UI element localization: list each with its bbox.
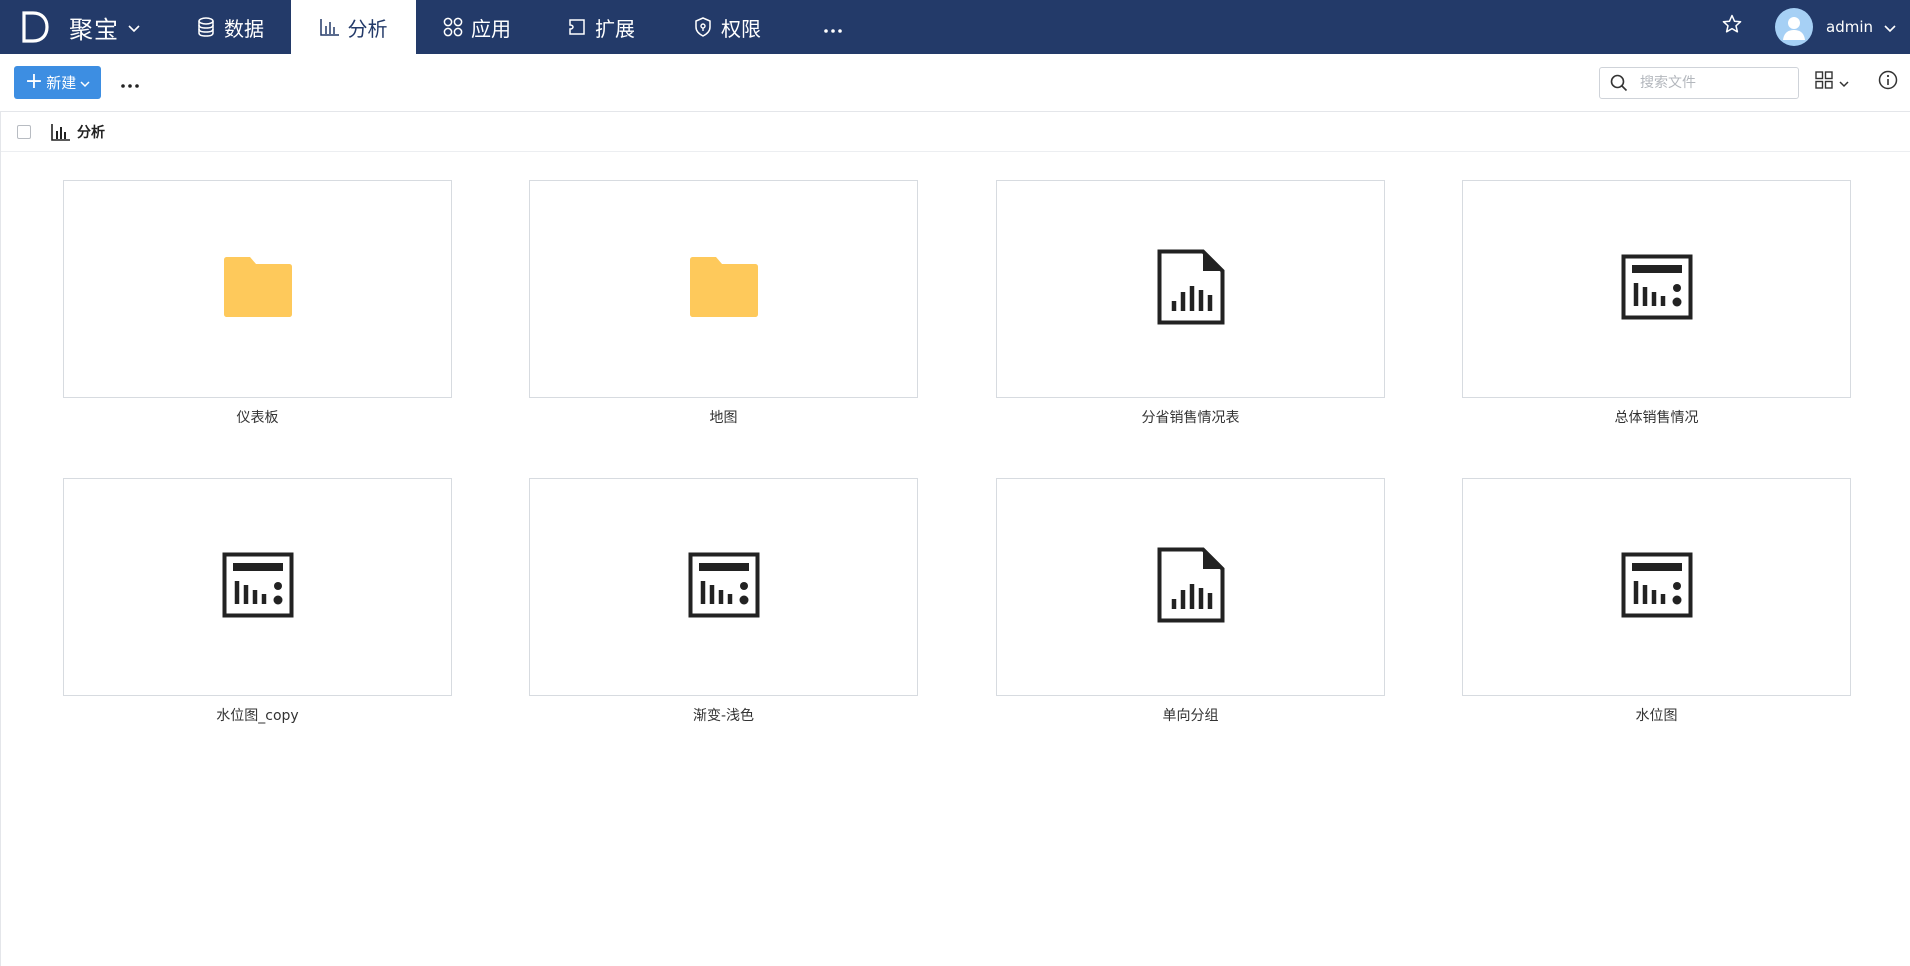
grid-item[interactable]: 地图	[529, 180, 918, 427]
report-file-icon	[1157, 547, 1225, 627]
grid-item[interactable]: 水位图_copy	[63, 478, 452, 725]
more-nav-button[interactable]	[818, 0, 848, 54]
item-thumbnail	[529, 180, 918, 398]
item-label: 仪表板	[236, 410, 279, 426]
user-icon	[1783, 17, 1805, 40]
tab-extensions[interactable]: 扩展	[567, 0, 667, 54]
item-thumbnail	[529, 478, 918, 696]
favorites-button[interactable]	[1718, 12, 1746, 40]
dashboard-icon	[1621, 552, 1693, 622]
grid-item[interactable]: 水位图	[1462, 478, 1851, 725]
toolbar-more-button[interactable]	[118, 70, 142, 94]
tab-analysis-label: 分析	[347, 16, 388, 41]
database-icon	[196, 17, 216, 37]
search-box	[1599, 67, 1799, 99]
item-label: 水位图	[1635, 708, 1678, 724]
folder-icon	[222, 256, 294, 322]
user-name: admin	[1826, 18, 1873, 36]
item-thumbnail	[996, 478, 1385, 696]
breadcrumb: 分析	[0, 112, 1910, 152]
item-thumbnail	[63, 478, 452, 696]
tab-apps[interactable]: 应用	[443, 0, 543, 54]
tab-apps-label: 应用	[471, 16, 511, 41]
new-button-label: 新建	[46, 74, 77, 92]
avatar	[1775, 8, 1813, 46]
tab-analysis[interactable]: 分析	[291, 0, 416, 54]
puzzle-icon	[567, 17, 587, 37]
tab-permissions-label: 权限	[721, 16, 761, 41]
item-label: 渐变-浅色	[692, 708, 755, 724]
tab-data-label: 数据	[224, 16, 264, 41]
search-input[interactable]	[1640, 69, 1790, 97]
tab-data[interactable]: 数据	[196, 0, 292, 54]
left-border	[0, 112, 1, 966]
grid-item[interactable]: 总体销售情况	[1462, 180, 1851, 427]
star-icon	[1722, 14, 1742, 38]
info-button[interactable]	[1876, 70, 1900, 94]
chevron-down-icon	[1839, 73, 1849, 92]
tab-permissions[interactable]: 权限	[693, 0, 793, 54]
item-thumbnail	[1462, 180, 1851, 398]
more-horizontal-icon	[121, 73, 139, 92]
dashboard-icon	[1621, 254, 1693, 324]
report-file-icon	[1157, 249, 1225, 329]
select-all-checkbox[interactable]	[17, 124, 31, 139]
item-label: 分省销售情况表	[1141, 410, 1240, 426]
dashboard-icon	[688, 552, 760, 622]
top-navigation-bar: 聚宝 数据 分析 应用 扩展 权限 admin	[0, 0, 1910, 54]
grid-item[interactable]: 分省销售情况表	[996, 180, 1385, 427]
info-icon	[1878, 70, 1898, 94]
grid-item[interactable]: 渐变-浅色	[529, 478, 918, 725]
view-mode-toggle[interactable]	[1815, 70, 1857, 94]
search-icon	[1604, 74, 1634, 92]
item-thumbnail	[1462, 478, 1851, 696]
tab-extensions-label: 扩展	[595, 16, 635, 41]
shield-icon	[693, 17, 713, 37]
chevron-down-icon	[80, 74, 90, 92]
item-label: 地图	[709, 410, 738, 426]
new-button[interactable]: + 新建	[14, 66, 101, 99]
bar-chart-icon	[319, 17, 340, 37]
plus-icon: +	[24, 68, 44, 94]
dashboard-icon	[222, 552, 294, 622]
grid-view-icon	[1815, 71, 1833, 93]
brand-name: 聚宝	[69, 15, 119, 44]
brand-switcher[interactable]: 聚宝	[18, 0, 140, 54]
item-label: 单向分组	[1162, 708, 1219, 724]
brand-logo-icon	[18, 10, 52, 44]
item-label: 水位图_copy	[216, 708, 299, 724]
folder-icon	[688, 256, 760, 322]
item-thumbnail	[63, 180, 452, 398]
toolbar: + 新建	[0, 54, 1910, 112]
item-label: 总体销售情况	[1614, 410, 1699, 426]
user-menu[interactable]: admin	[1775, 0, 1896, 54]
grid-item[interactable]: 单向分组	[996, 478, 1385, 725]
item-thumbnail	[996, 180, 1385, 398]
chevron-down-icon	[1884, 18, 1896, 37]
chevron-down-icon	[128, 18, 140, 37]
bar-chart-icon	[51, 123, 71, 141]
grid-item[interactable]: 仪表板	[63, 180, 452, 427]
apps-icon	[443, 17, 463, 37]
more-horizontal-icon	[824, 18, 842, 37]
breadcrumb-current[interactable]: 分析	[77, 122, 105, 142]
